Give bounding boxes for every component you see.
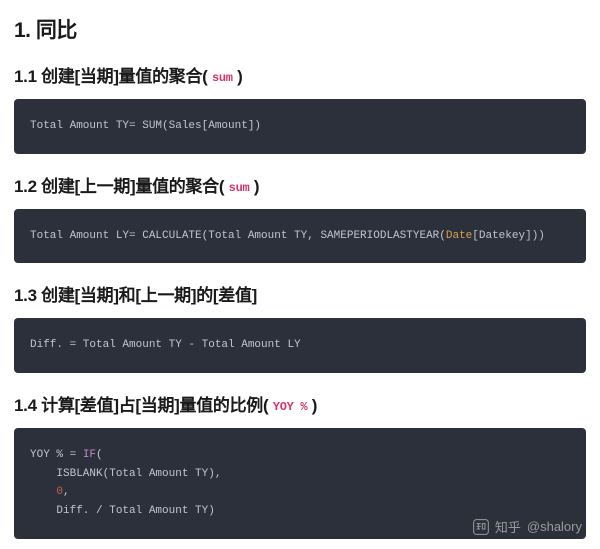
code-block: Total Amount TY= SUM(Sales[Amount]) xyxy=(14,99,586,154)
watermark-handle: @shalory xyxy=(527,519,582,534)
code-block: Diff. = Total Amount TY - Total Amount L… xyxy=(14,318,586,373)
inline-code-badge: YOY % xyxy=(273,400,308,414)
heading-text-post: ) xyxy=(233,67,243,86)
page-title: 1. 同比 xyxy=(14,14,586,44)
watermark: 知乎 @shalory xyxy=(473,517,582,536)
zhihu-icon xyxy=(473,519,489,535)
section-1-4-heading: 1.4 计算[差值]占[当期]量值的比例( YOY % ) xyxy=(14,391,586,416)
code-block: Total Amount LY= CALCULATE(Total Amount … xyxy=(14,209,586,264)
section-1-2-heading: 1.2 创建[上一期]量值的聚合( sum ) xyxy=(14,172,586,197)
heading-text-post: ) xyxy=(249,177,259,196)
inline-code-badge: sum xyxy=(212,71,233,85)
heading-text: 1.3 创建[当期]和[上一期]的[差值] xyxy=(14,286,257,305)
section-1-3-heading: 1.3 创建[当期]和[上一期]的[差值] xyxy=(14,281,586,306)
heading-text: 1.4 计算[差值]占[当期]量值的比例( xyxy=(14,396,273,415)
heading-text-post: ) xyxy=(307,396,317,415)
watermark-brand: 知乎 xyxy=(495,517,521,536)
heading-text: 1.1 创建[当期]量值的聚合( xyxy=(14,67,212,86)
inline-code-badge: sum xyxy=(229,181,250,195)
heading-text: 1.2 创建[上一期]量值的聚合( xyxy=(14,177,229,196)
section-1-1-heading: 1.1 创建[当期]量值的聚合( sum ) xyxy=(14,62,586,87)
